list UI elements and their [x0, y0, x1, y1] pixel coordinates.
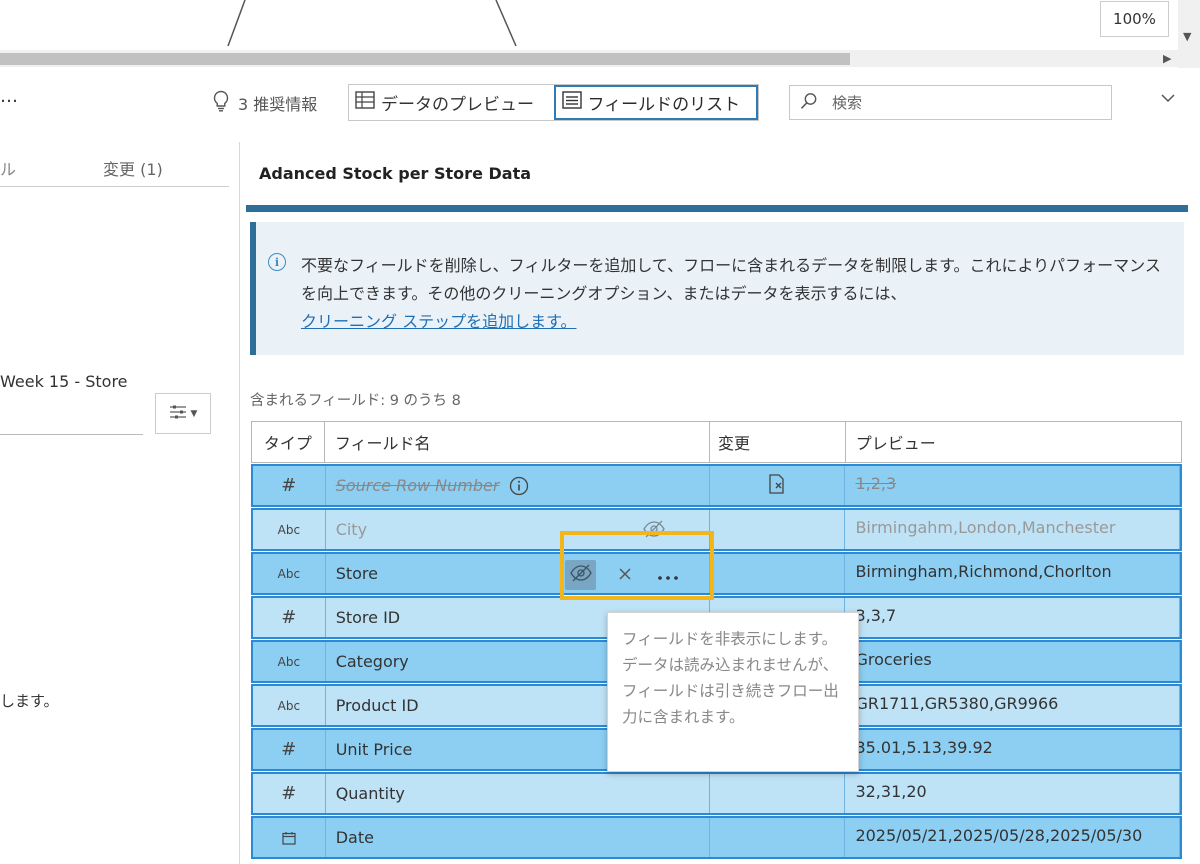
- info-icon[interactable]: [509, 476, 529, 496]
- filter-sliders-icon: [169, 404, 187, 424]
- preview-cell: Birmingham,Richmond,Chorlton: [845, 554, 1180, 593]
- field-name: Unit Price: [335, 740, 413, 759]
- field-name: Quantity: [335, 784, 405, 803]
- annotation-highlight-box: [560, 531, 714, 600]
- field-name: Store: [335, 564, 378, 583]
- tab-changes[interactable]: 変更 (1): [103, 156, 163, 180]
- change-cell: [710, 774, 846, 813]
- field-name-cell: Source Row Number: [326, 466, 711, 505]
- type-number-icon: #: [253, 598, 326, 637]
- filter-options-button[interactable]: ▼: [155, 393, 211, 434]
- step-name-field[interactable]: Week 15 - Store: [0, 372, 128, 391]
- type-number-icon: #: [253, 774, 326, 813]
- search-box[interactable]: [789, 85, 1112, 120]
- recommendations-label: 3 推奨情報: [238, 95, 318, 114]
- step-title: Adanced Stock per Store Data: [259, 164, 532, 183]
- table-row[interactable]: Date 2025/05/21,2025/05/28,2025/05/30: [251, 816, 1182, 859]
- table-row[interactable]: Abc Store Birmingham,Richmond,Chorlton: [251, 552, 1182, 595]
- tab-settings-partial[interactable]: ル: [0, 156, 16, 180]
- type-string-icon: Abc: [253, 642, 326, 681]
- preview-cell: GR1711,GR5380,GR9966: [845, 686, 1180, 725]
- change-cell: [710, 510, 846, 549]
- tab-field-list[interactable]: フィールドのリスト: [553, 85, 758, 120]
- tab-divider: [0, 186, 229, 187]
- lightbulb-icon: [212, 90, 230, 116]
- left-panel-description: します。: [0, 692, 59, 710]
- search-input[interactable]: [832, 93, 1092, 112]
- document-remove-icon[interactable]: [768, 473, 786, 498]
- panel-divider: [239, 142, 240, 864]
- tooltip: フィールドを非表示にします。データは読み込まれませんが、フィールドは引き続きフロ…: [607, 612, 859, 772]
- field-name: Store ID: [335, 608, 401, 627]
- tab-data-preview[interactable]: データのプレビュー: [349, 85, 554, 120]
- table-row[interactable]: Abc City Birmingahm,London,Manchester: [251, 508, 1182, 551]
- field-count: 含まれるフィールド: 9 のうち 8: [250, 393, 461, 409]
- change-cell: [710, 466, 846, 505]
- chevron-down-icon[interactable]: [1160, 88, 1176, 109]
- type-string-icon: Abc: [253, 686, 326, 725]
- scroll-down-arrow-icon[interactable]: ▼: [1183, 30, 1191, 43]
- type-number-icon: #: [253, 730, 326, 769]
- header-field-name[interactable]: フィールド名: [325, 422, 711, 462]
- more-icon[interactable]: …: [0, 86, 18, 107]
- field-name: City: [335, 520, 368, 539]
- flow-canvas[interactable]: 100% ▼ ▶: [0, 0, 1200, 70]
- type-number-icon: #: [253, 466, 326, 505]
- view-toggle: データのプレビュー フィールドのリスト: [348, 84, 759, 121]
- field-name: Date: [335, 828, 374, 847]
- tab-data-preview-label: データのプレビュー: [381, 95, 534, 115]
- horizontal-scrollbar-thumb[interactable]: [0, 53, 850, 65]
- search-icon: [800, 92, 818, 114]
- table-row[interactable]: # Source Row Number 1,2,3: [251, 464, 1182, 507]
- field-name-cell: Date: [326, 818, 711, 857]
- zoom-level[interactable]: 100%: [1100, 1, 1169, 37]
- list-icon: [561, 91, 582, 114]
- dropdown-arrow-icon: ▼: [190, 408, 198, 419]
- type-string-icon: Abc: [253, 554, 326, 593]
- table-row[interactable]: # Quantity 32,31,20: [251, 772, 1182, 815]
- add-cleaning-step-link[interactable]: クリーニング ステップを追加します。: [301, 312, 577, 331]
- preview-cell: 1,2,3: [845, 466, 1180, 505]
- table-header-row: タイプ フィールド名 変更 プレビュー: [251, 421, 1182, 463]
- info-banner-text: 不要なフィールドを削除し、フィルターを追加して、フローに含まれるデータを制限しま…: [301, 252, 1171, 336]
- header-change[interactable]: 変更: [710, 422, 846, 462]
- table-grid-icon: [355, 91, 375, 114]
- preview-cell: 3,3,7: [845, 598, 1180, 637]
- field-name-cell: Quantity: [326, 774, 711, 813]
- info-banner-message: 不要なフィールドを削除し、フィルターを追加して、フローに含まれるデータを制限しま…: [301, 256, 1161, 303]
- preview-cell: 32,31,20: [845, 774, 1180, 813]
- header-preview[interactable]: プレビュー: [846, 422, 1181, 462]
- preview-cell: 35.01,5.13,39.92: [845, 730, 1180, 769]
- type-string-icon: Abc: [253, 510, 326, 549]
- preview-cell: 2025/05/21,2025/05/28,2025/05/30: [845, 818, 1180, 857]
- info-icon: i: [268, 253, 286, 271]
- recommendations-button[interactable]: 3 推奨情報: [212, 90, 317, 116]
- preview-cell: Groceries: [845, 642, 1180, 681]
- step-color-bar: [246, 205, 1188, 212]
- calendar-icon: [253, 818, 326, 857]
- change-cell: [710, 818, 846, 857]
- scroll-right-arrow-icon[interactable]: ▶: [1163, 52, 1171, 65]
- left-panel: [0, 142, 240, 864]
- header-type[interactable]: タイプ: [252, 422, 325, 462]
- step-name-underline: [0, 434, 143, 435]
- field-name: Category: [335, 652, 409, 671]
- preview-cell: Birmingahm,London,Manchester: [845, 510, 1180, 549]
- tab-field-list-label: フィールドのリスト: [587, 95, 741, 115]
- field-name: Product ID: [335, 696, 419, 715]
- change-cell: [710, 554, 846, 593]
- field-name: Source Row Number: [335, 476, 500, 495]
- flow-connector-lines: [227, 0, 517, 47]
